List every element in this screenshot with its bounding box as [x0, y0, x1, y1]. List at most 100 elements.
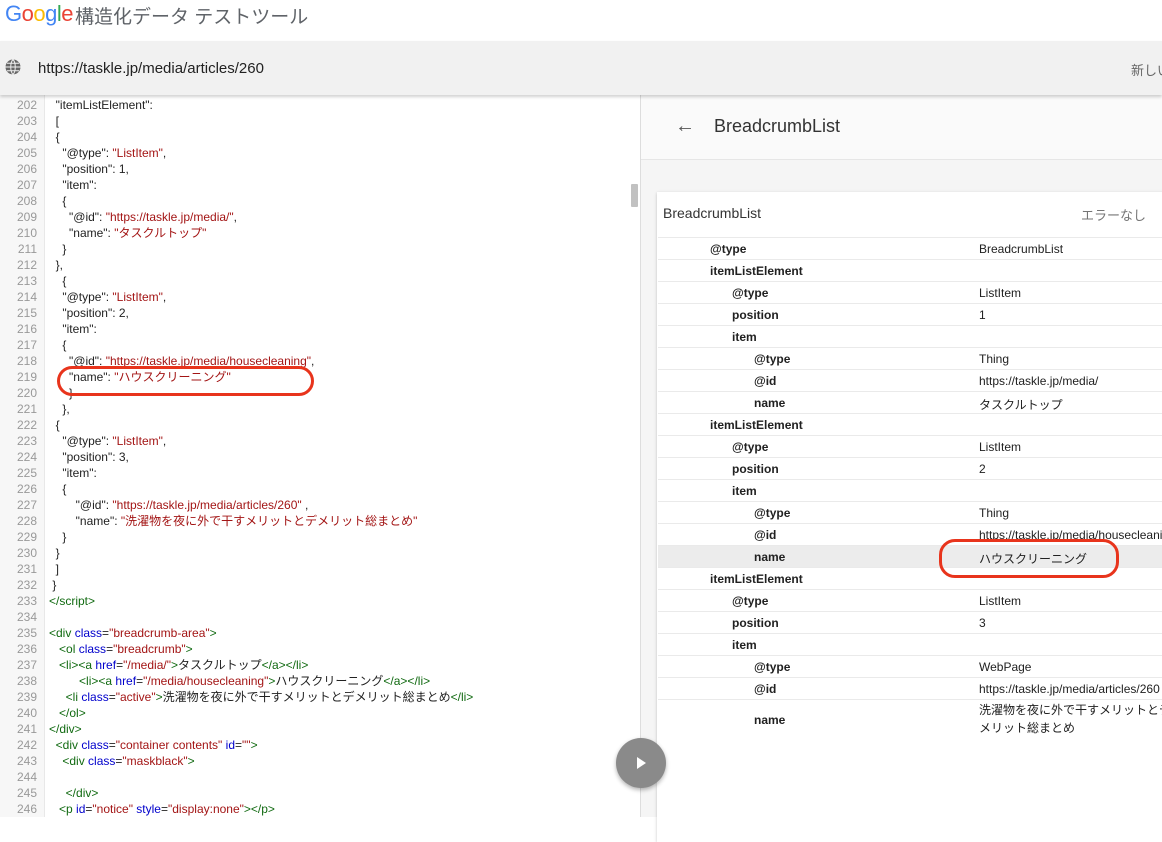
line-number: 213 — [16, 274, 37, 288]
code-line: 233 </script> — [0, 593, 630, 609]
property-key: name — [754, 396, 786, 410]
code-line: 223 "@type": "ListItem", — [0, 433, 630, 449]
property-row[interactable]: item — [658, 633, 1162, 656]
code-text: }, — [49, 258, 64, 272]
arrow-back-icon[interactable]: ← — [675, 115, 695, 138]
code-line: 209 "@id": "https://taskle.jp/media/", — [0, 209, 630, 225]
new-test-button[interactable]: 新しい — [1131, 60, 1162, 79]
property-row[interactable]: name タスクルトップ — [658, 391, 1162, 414]
property-key: itemListElement — [710, 418, 803, 432]
property-key: @type — [754, 660, 791, 674]
line-number: 234 — [16, 610, 37, 624]
line-number: 204 — [16, 130, 37, 144]
line-number: 233 — [16, 594, 37, 608]
code-text: </div> — [65, 786, 99, 800]
code-line: 229 } — [0, 529, 630, 545]
code-text: "item": — [49, 178, 97, 192]
code-text: "item": — [49, 322, 97, 336]
line-number: 244 — [16, 770, 37, 784]
code-text: <ol class="breadcrumb"> — [59, 642, 193, 656]
property-row[interactable]: item — [658, 325, 1162, 348]
property-key: @id — [754, 374, 777, 388]
code-line: 206 "position": 1, — [0, 161, 630, 177]
code-text: <div class="container contents" id=""> — [55, 738, 258, 752]
property-key: @type — [754, 506, 791, 520]
property-value: https://taskle.jp/media/ — [979, 374, 1099, 388]
line-number: 215 — [16, 306, 37, 320]
property-value: BreadcrumbList — [979, 242, 1064, 256]
code-editor[interactable]: 202 "itemListElement": 203 [204 {205 "@ty… — [0, 95, 640, 817]
property-row[interactable]: position 2 — [658, 457, 1162, 480]
code-line: 244 — [0, 769, 630, 785]
property-row[interactable]: @type Thing — [658, 501, 1162, 524]
property-row[interactable]: item — [658, 479, 1162, 502]
line-number: 214 — [16, 290, 37, 304]
property-row[interactable]: @id https://taskle.jp/media/articles/260 — [658, 677, 1162, 700]
code-text: "name": "洗濯物を夜に外で干すメリットとデメリット総まとめ" — [49, 514, 418, 528]
property-value: ListItem — [979, 286, 1022, 300]
property-row[interactable]: @type Thing — [658, 347, 1162, 370]
url-input[interactable]: https://taskle.jp/media/articles/260 — [38, 60, 264, 77]
line-number: 223 — [16, 434, 37, 448]
code-text: } — [49, 546, 60, 560]
line-number: 229 — [16, 530, 37, 544]
property-row[interactable]: @type WebPage — [658, 655, 1162, 678]
line-number: 209 — [16, 210, 37, 224]
code-text: </ol> — [59, 706, 86, 720]
line-number: 241 — [16, 722, 37, 736]
result-title: BreadcrumbList — [714, 116, 841, 136]
code-scrollbar[interactable] — [631, 184, 638, 207]
line-number: 208 — [16, 194, 37, 208]
property-value: 2 — [979, 462, 986, 476]
code-text: } — [49, 242, 67, 256]
property-row[interactable]: name 洗濯物を夜に外で干すメリットとデメリット総まとめ — [658, 699, 1162, 742]
line-number: 216 — [16, 322, 37, 336]
property-value: WebPage — [979, 660, 1032, 674]
property-value: 洗濯物を夜に外で干すメリットとデメリット総まとめ — [979, 703, 1162, 735]
property-value: 3 — [979, 616, 986, 630]
line-number: 232 — [16, 578, 37, 592]
code-text: "position": 1, — [49, 162, 129, 176]
play-icon[interactable] — [616, 738, 666, 788]
code-text: "item": — [49, 466, 97, 480]
code-text: }, — [49, 402, 70, 416]
globe-icon — [5, 59, 21, 75]
highlight-ring-result — [939, 539, 1119, 578]
code-line: 228 "name": "洗濯物を夜に外で干すメリットとデメリット総まとめ" — [0, 513, 630, 529]
property-row[interactable]: itemListElement — [658, 259, 1162, 282]
property-row[interactable]: position 3 — [658, 611, 1162, 634]
code-line: 231 ] — [0, 561, 630, 577]
property-key: name — [754, 550, 786, 564]
card-title[interactable]: BreadcrumbList — [663, 205, 761, 221]
code-text: <div class="maskblack"> — [62, 754, 195, 768]
google-logo: Google — [5, 1, 74, 26]
code-line: 242 <div class="container contents" id="… — [0, 737, 630, 753]
line-number: 203 — [16, 114, 37, 128]
property-row[interactable]: itemListElement — [658, 413, 1162, 436]
property-row[interactable]: @type ListItem — [658, 281, 1162, 304]
app-header: Google 構造化データ テストツール — [0, 0, 1162, 41]
property-row[interactable]: @type BreadcrumbList — [658, 237, 1162, 260]
highlight-ring-code — [57, 366, 314, 396]
line-number: 207 — [16, 178, 37, 192]
property-row[interactable]: @type ListItem — [658, 589, 1162, 612]
code-line: 211 } — [0, 241, 630, 257]
property-value: Thing — [979, 352, 1010, 366]
property-row[interactable]: position 1 — [658, 303, 1162, 326]
property-key: position — [732, 462, 779, 476]
line-number: 222 — [16, 418, 37, 432]
code-text: <li><a href="/media/housecleaning">ハウスクリ… — [79, 674, 431, 688]
code-line: 227 "@id": "https://taskle.jp/media/arti… — [0, 497, 630, 513]
code-text: <li class="active">洗濯物を夜に外で干すメリットとデメリット総… — [65, 690, 474, 704]
line-number: 212 — [16, 258, 37, 272]
property-value: ListItem — [979, 594, 1022, 608]
line-number: 230 — [16, 546, 37, 560]
code-line: 204 { — [0, 129, 630, 145]
line-number: 225 — [16, 466, 37, 480]
code-line: 240 </ol> — [0, 705, 630, 721]
code-line: 210 "name": "タスクルトップ" — [0, 225, 630, 241]
property-row[interactable]: @id https://taskle.jp/media/ — [658, 369, 1162, 392]
line-number: 205 — [16, 146, 37, 160]
property-row[interactable]: @type ListItem — [658, 435, 1162, 458]
code-text: ] — [49, 562, 60, 576]
